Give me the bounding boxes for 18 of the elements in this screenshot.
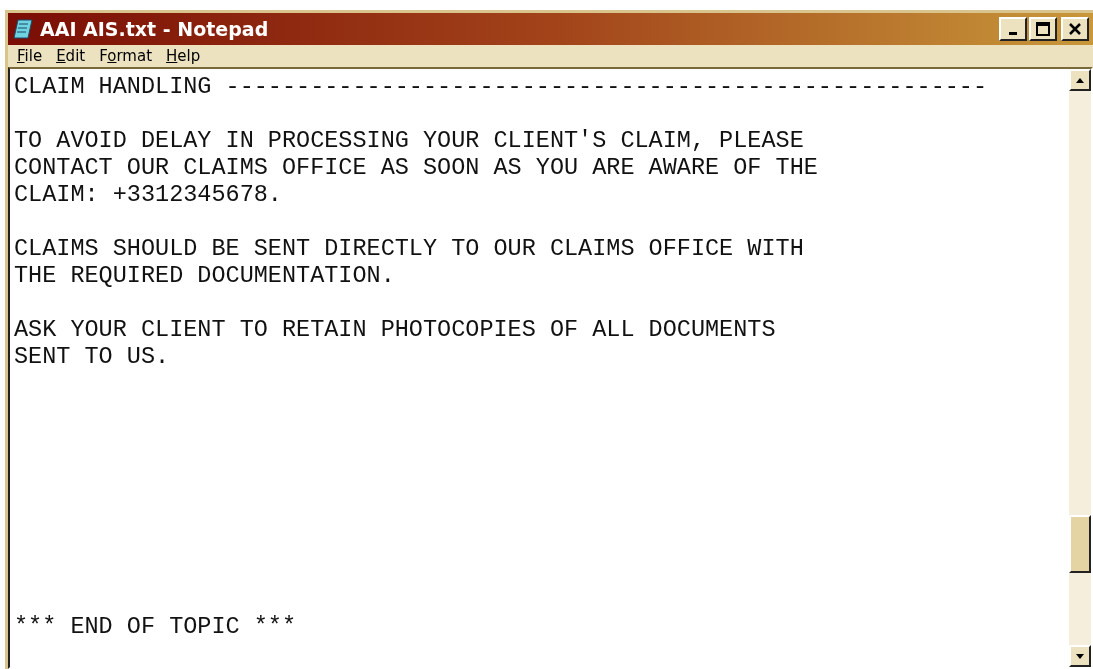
window-title: AAI AIS.txt - Notepad bbox=[40, 18, 270, 40]
menu-item[interactable]: Format bbox=[94, 47, 158, 65]
up-arrow-icon bbox=[1076, 77, 1084, 83]
scroll-up-button[interactable] bbox=[1069, 69, 1091, 91]
menu-item[interactable]: Help bbox=[161, 47, 206, 65]
maximize-button[interactable] bbox=[1029, 17, 1057, 41]
down-arrow-icon bbox=[1076, 653, 1084, 659]
menu-item[interactable]: File bbox=[12, 47, 48, 65]
vertical-scrollbar[interactable] bbox=[1069, 69, 1091, 667]
maximize-icon bbox=[1036, 22, 1050, 36]
close-icon bbox=[1068, 22, 1082, 36]
scroll-thumb[interactable] bbox=[1069, 515, 1091, 573]
menu-item[interactable]: Edit bbox=[51, 47, 91, 65]
close-button[interactable] bbox=[1061, 17, 1089, 41]
minimize-icon bbox=[1009, 32, 1017, 35]
scroll-down-button[interactable] bbox=[1069, 645, 1091, 667]
notepad-icon bbox=[12, 18, 36, 40]
minimize-button[interactable] bbox=[999, 17, 1027, 41]
